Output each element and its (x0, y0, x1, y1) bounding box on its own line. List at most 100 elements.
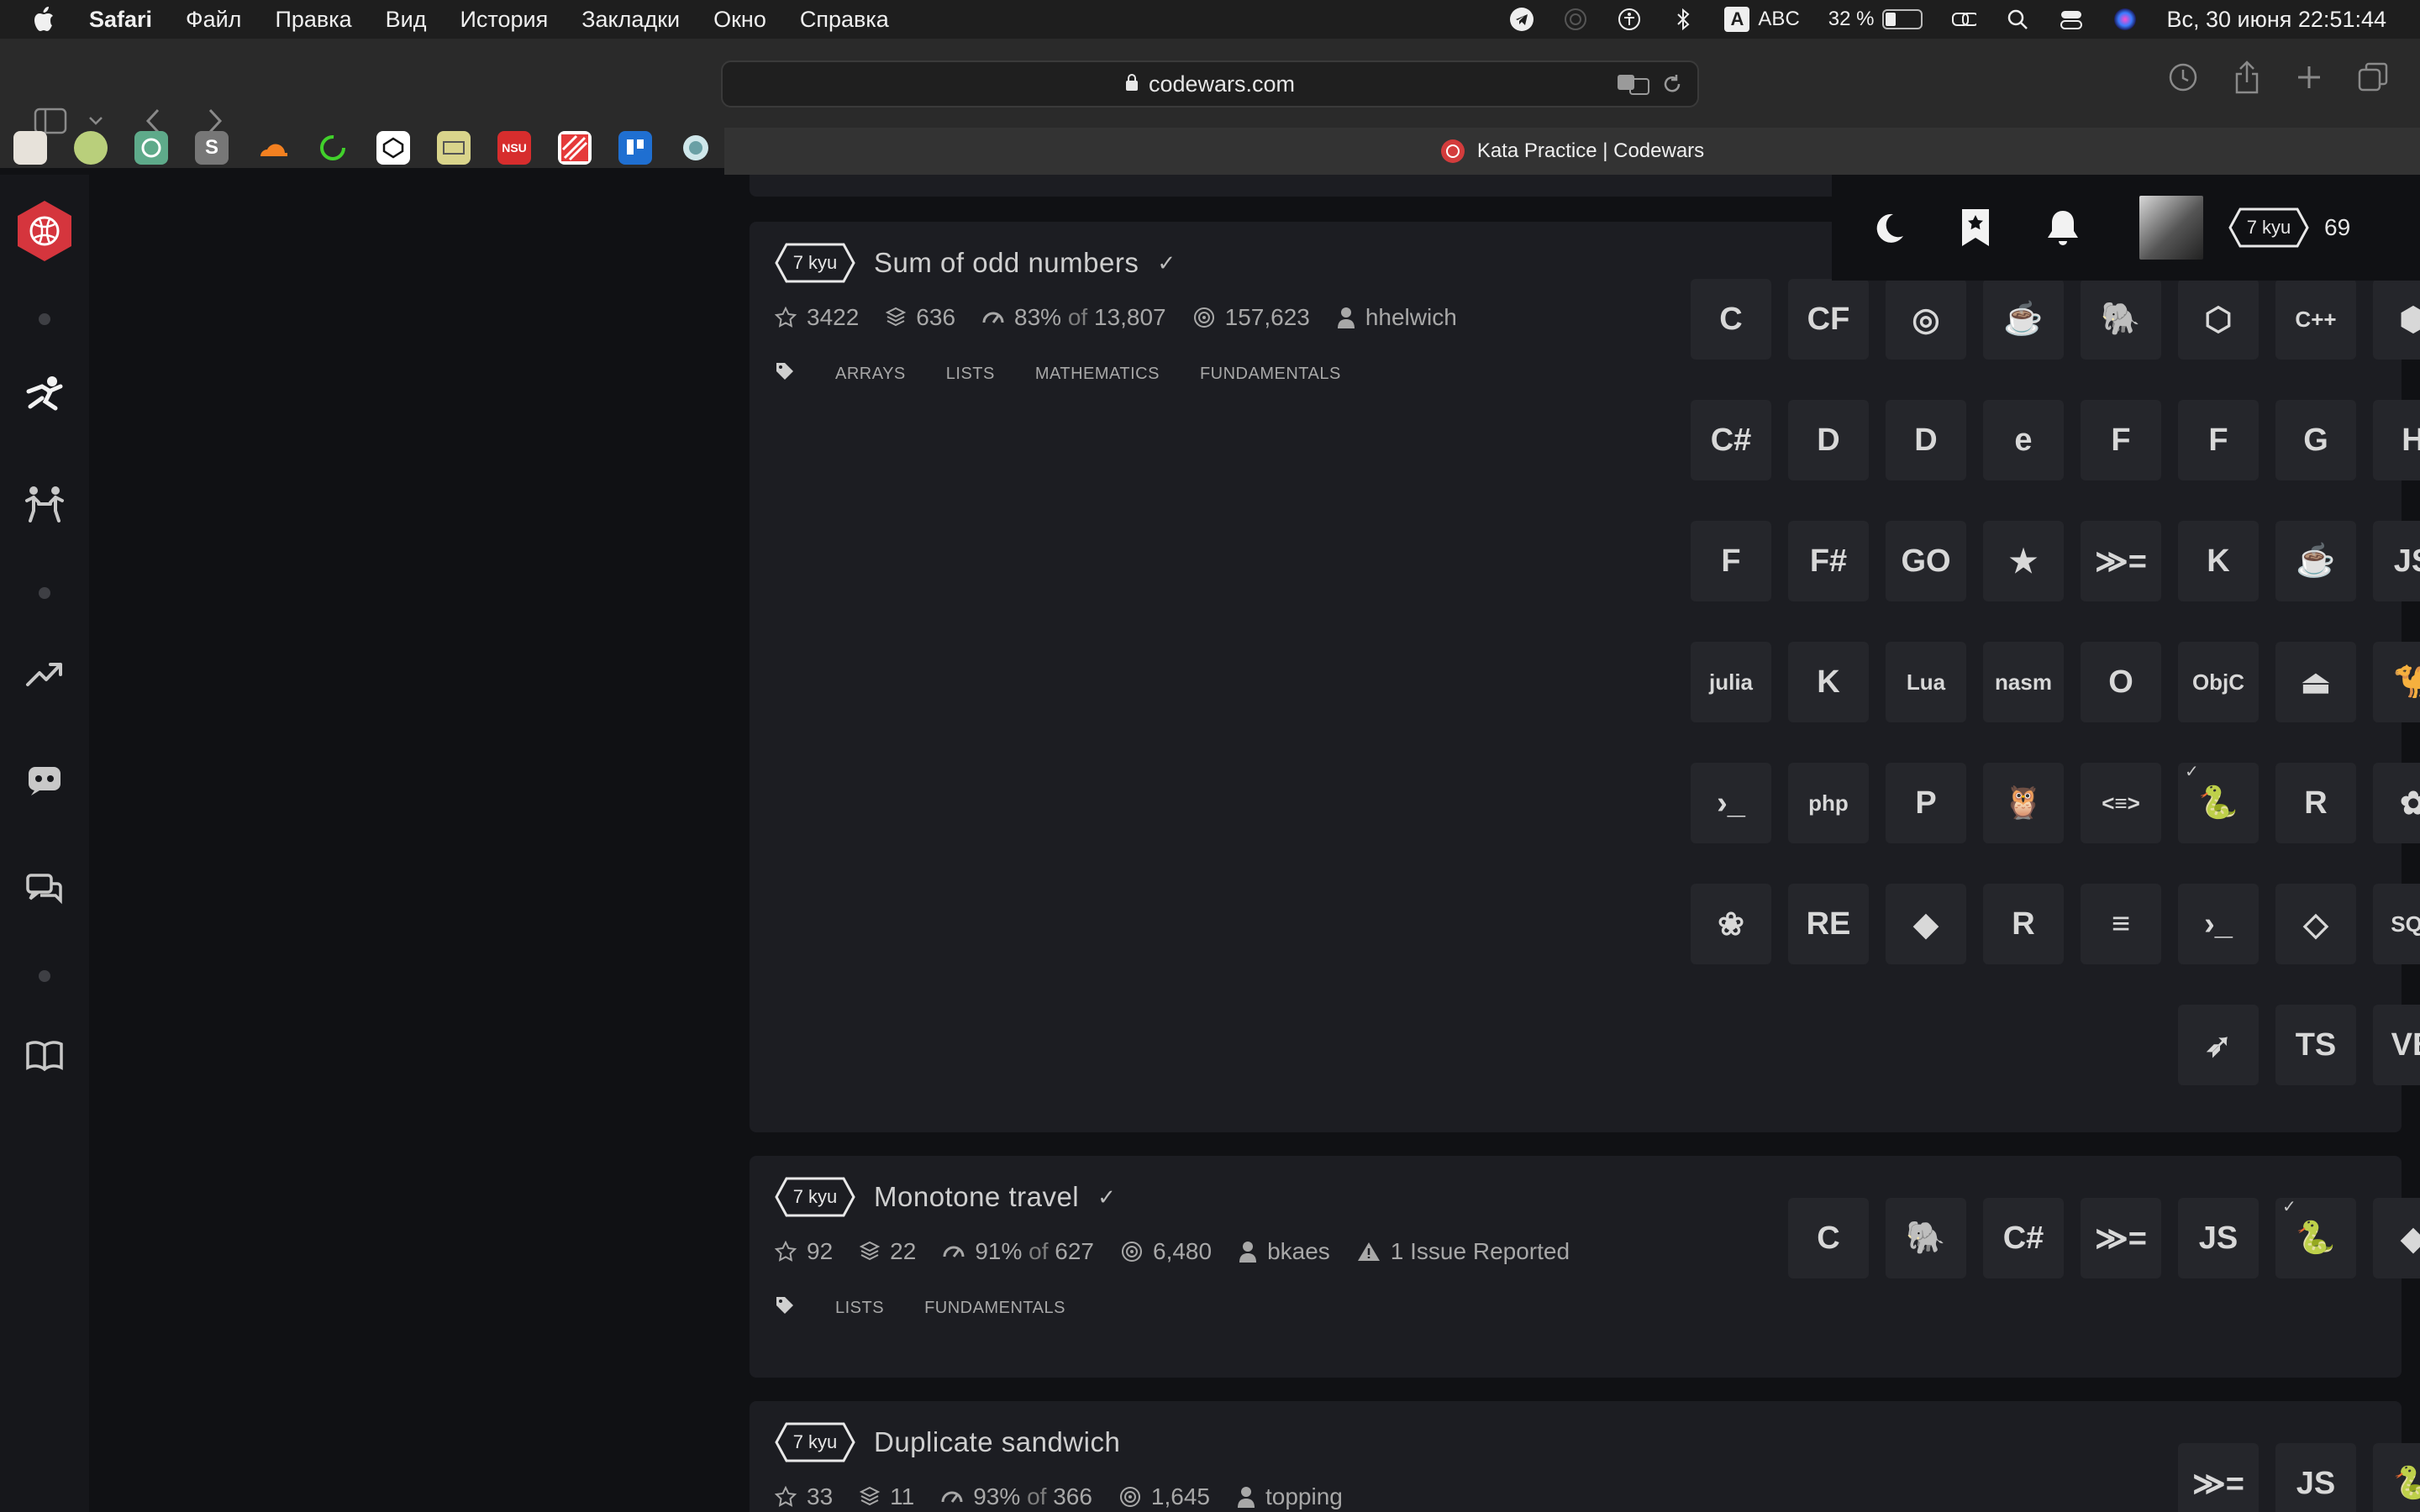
language-ocaml-icon[interactable]: O (2081, 642, 2161, 722)
language-dart-icon[interactable]: D (1886, 400, 1966, 480)
author-link[interactable]: topping (1237, 1483, 1343, 1510)
language-js-icon[interactable]: JS (2373, 521, 2420, 601)
bookmark-star-icon[interactable] (1953, 205, 1998, 250)
language-reason-icon[interactable]: ❀ (1691, 884, 1771, 964)
menu-window[interactable]: Окно (713, 7, 766, 33)
language-f-icon[interactable]: F (1691, 521, 1771, 601)
language-python-icon[interactable]: 🐍 (2373, 1443, 2420, 1512)
kata-card[interactable]: 7 kyu Duplicate sandwich 33 11 93% of 36… (750, 1401, 2420, 1512)
language-haskell-icon[interactable]: ≫= (2081, 521, 2161, 601)
favorite-item-nsu[interactable]: NSU (497, 131, 531, 165)
menu-view[interactable]: Вид (386, 7, 427, 33)
stars-stat[interactable]: 3422 (775, 304, 859, 331)
training-icon[interactable] (22, 373, 67, 418)
language-python-icon[interactable]: 🐍 ✓ (2178, 763, 2259, 843)
reload-icon[interactable] (1660, 72, 1684, 102)
discussions-chat-icon[interactable] (22, 867, 67, 912)
language-ts-icon[interactable]: TS (2275, 1005, 2356, 1085)
user-rank-badge[interactable]: 7 kyu (2228, 207, 2309, 249)
bluetooth-icon[interactable] (1670, 7, 1696, 32)
chatgpt-icon[interactable] (134, 131, 168, 165)
airdrop-icon[interactable] (1563, 7, 1588, 32)
language-powershell2-icon[interactable]: P (1886, 763, 1966, 843)
control-center-icon[interactable] (2059, 7, 2084, 32)
language-kotlin-like-icon[interactable]: K (2178, 521, 2259, 601)
address-bar[interactable]: codewars.com (721, 60, 1699, 108)
favorite-item[interactable] (679, 131, 713, 165)
kata-title-link[interactable]: Duplicate sandwich (874, 1426, 1120, 1458)
accessibility-icon[interactable] (1617, 7, 1642, 32)
favorite-item[interactable] (558, 131, 592, 165)
language-scala-icon[interactable]: ≡ (2081, 884, 2161, 964)
language-perl-icon[interactable]: 🐪 (2373, 642, 2420, 722)
language-python-icon[interactable]: 🐍 ✓ (2275, 1198, 2356, 1278)
language-lua-icon[interactable]: Lua (1886, 642, 1966, 722)
kata-title-link[interactable]: Monotone travel (874, 1181, 1079, 1213)
language-ruby-icon[interactable]: ◆ (1886, 884, 1966, 964)
language-nasm-icon[interactable]: nasm (1983, 642, 2064, 722)
language-d-icon[interactable]: D (1788, 400, 1869, 480)
language-f#-icon[interactable]: F# (1788, 521, 1869, 601)
language-julia-icon[interactable]: julia (1691, 642, 1771, 722)
codewars-logo[interactable] (13, 200, 76, 262)
language-c++-icon[interactable]: C++ (2275, 279, 2356, 360)
language-powershell-icon[interactable]: ›_ (1691, 763, 1771, 843)
menu-history[interactable]: История (460, 7, 549, 33)
menu-bookmarks[interactable]: Закладки (581, 7, 680, 33)
language-c-icon[interactable]: C (1691, 279, 1771, 360)
spotlight-search-icon[interactable] (2005, 7, 2030, 32)
language-solidity-icon[interactable]: ◇ (2275, 884, 2356, 964)
favorite-item[interactable] (13, 131, 47, 165)
tag-link[interactable]: FUNDAMENTALS (1200, 365, 1341, 384)
language-c-icon[interactable]: C (1788, 1198, 1869, 1278)
language-go-icon[interactable]: GO (1886, 521, 1966, 601)
tab-overview-icon[interactable] (2356, 60, 2390, 94)
language-prolog-icon[interactable]: 🦉 (1983, 763, 2064, 843)
language-ruby-icon[interactable]: ◆ (2373, 1198, 2420, 1278)
screen-mirroring-icon[interactable] (1951, 7, 1977, 32)
translate-icon[interactable] (1617, 72, 1650, 102)
issues-stat[interactable]: 1 Issue Reported (1357, 1238, 1570, 1265)
stars-stat[interactable]: 92 (775, 1238, 833, 1265)
menu-edit[interactable]: Правка (275, 7, 351, 33)
input-source[interactable]: A ABC (1724, 7, 1800, 32)
apple-menu-icon[interactable] (20, 0, 67, 39)
author-link[interactable]: bkaes (1239, 1238, 1330, 1265)
dark-mode-moon-icon[interactable] (1865, 205, 1911, 250)
discord-icon[interactable] (22, 758, 67, 803)
language-haskell-icon[interactable]: ≫= (2178, 1443, 2259, 1512)
notifications-bell-icon[interactable] (2040, 205, 2086, 250)
user-avatar[interactable] (2139, 196, 2203, 260)
language-clojure-icon[interactable]: ◎ (1886, 279, 1966, 360)
author-link[interactable]: hhelwich (1337, 304, 1457, 331)
language-c#-icon[interactable]: C# (1691, 400, 1771, 480)
language-js-icon[interactable]: JS (2178, 1198, 2259, 1278)
language-fortran-like-icon[interactable]: F (2178, 400, 2259, 480)
language-vb-icon[interactable]: VB (2373, 1005, 2420, 1085)
stars-stat[interactable]: 33 (775, 1483, 833, 1510)
language-sql-icon[interactable]: SQL (2373, 884, 2420, 964)
language-php-icon[interactable]: php (1788, 763, 1869, 843)
language-objc-icon[interactable]: ObjC (2178, 642, 2259, 722)
leaderboard-trend-icon[interactable] (22, 650, 67, 696)
language-shell-icon[interactable]: ›_ (2178, 884, 2259, 964)
menu-file[interactable]: Файл (186, 7, 241, 33)
language-coffeescript-icon[interactable]: ☕ (1983, 279, 2064, 360)
tag-link[interactable]: FUNDAMENTALS (924, 1299, 1065, 1318)
language-r-icon[interactable]: R (2275, 763, 2356, 843)
language-pascal-icon[interactable]: ⏏ (2275, 642, 2356, 722)
favorite-item[interactable] (437, 131, 471, 165)
new-tab-icon[interactable] (2292, 60, 2326, 94)
language-re-icon[interactable]: RE (1788, 884, 1869, 964)
history-icon[interactable] (2166, 60, 2200, 94)
refresh-circle-icon[interactable] (316, 131, 350, 165)
language-groovy-dino-icon[interactable]: G (2275, 400, 2356, 480)
share-icon[interactable] (2230, 60, 2264, 94)
kata-title-link[interactable]: Sum of odd numbers (874, 247, 1139, 279)
menubar-clock[interactable]: Вс, 30 июня 22:51:44 (2166, 7, 2386, 33)
codepen-icon[interactable] (376, 131, 410, 165)
tag-link[interactable]: ARRAYS (835, 365, 906, 384)
kata-card[interactable]: 7 kyu Sum of odd numbers ✓ 3422 636 83% … (750, 222, 2420, 1132)
favorite-item-s[interactable]: S (195, 131, 229, 165)
tag-link[interactable]: LISTS (835, 1299, 884, 1318)
